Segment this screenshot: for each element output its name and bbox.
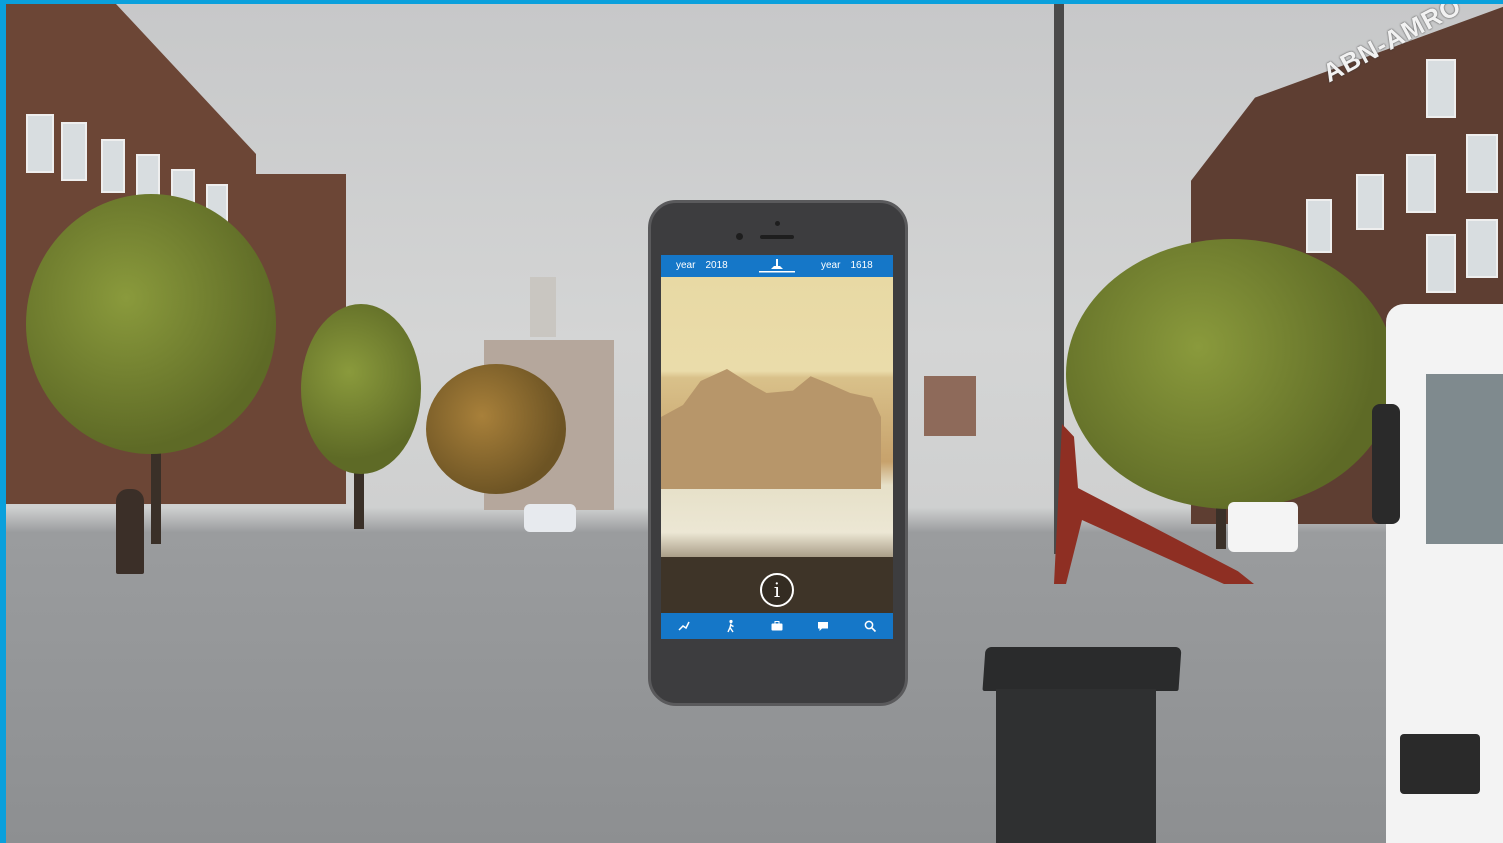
walking-person-icon bbox=[726, 619, 734, 633]
building-window bbox=[1406, 154, 1436, 213]
building-window bbox=[1426, 234, 1456, 293]
tab-walk[interactable] bbox=[716, 613, 746, 639]
trash-bin bbox=[996, 689, 1156, 843]
app-header: year 2018 year 1618 bbox=[661, 255, 893, 277]
painted-buildings bbox=[661, 369, 881, 489]
briefcase-icon bbox=[771, 621, 783, 631]
white-van bbox=[524, 504, 576, 532]
truck-windshield bbox=[1426, 374, 1503, 544]
building-window bbox=[1466, 219, 1498, 278]
front-camera bbox=[736, 233, 743, 240]
earpiece-speaker bbox=[760, 235, 794, 239]
current-year-value: 2018 bbox=[705, 260, 728, 271]
chat-bubble-icon bbox=[818, 622, 829, 631]
app-screen: year 2018 year 1618 i bbox=[661, 255, 893, 639]
proximity-sensor bbox=[775, 221, 780, 226]
building-window bbox=[1356, 174, 1384, 230]
historic-painting-view: i bbox=[661, 277, 893, 613]
tree bbox=[26, 194, 276, 454]
distant-tower bbox=[924, 376, 976, 436]
current-year-indicator: year 2018 bbox=[676, 260, 738, 271]
building-window bbox=[1306, 199, 1332, 253]
search-icon bbox=[864, 620, 876, 633]
tree bbox=[1066, 239, 1396, 509]
building-window bbox=[61, 122, 87, 181]
smartphone-mockup: year 2018 year 1618 i bbox=[648, 200, 908, 706]
tab-briefcase[interactable] bbox=[762, 613, 792, 639]
tab-search[interactable] bbox=[855, 613, 885, 639]
bottom-tab-bar bbox=[661, 613, 893, 639]
historic-year-indicator: year 1618 bbox=[821, 260, 883, 271]
truck-mirror bbox=[1372, 404, 1400, 524]
building-window bbox=[101, 139, 125, 193]
info-button[interactable]: i bbox=[760, 573, 794, 607]
building-window bbox=[26, 114, 54, 173]
white-van bbox=[1228, 502, 1298, 552]
tree bbox=[301, 304, 421, 474]
current-year-label: year bbox=[676, 260, 696, 271]
route-icon bbox=[678, 621, 690, 631]
building-window bbox=[1426, 59, 1456, 118]
tab-route[interactable] bbox=[669, 613, 699, 639]
pedestrian bbox=[116, 489, 144, 574]
white-truck bbox=[1372, 304, 1503, 843]
tree bbox=[426, 364, 566, 494]
historic-year-value: 1618 bbox=[850, 260, 873, 271]
tab-chat[interactable] bbox=[808, 613, 838, 639]
trash-bin-lid bbox=[982, 647, 1182, 691]
tower-sign bbox=[530, 277, 556, 337]
building-window bbox=[1466, 134, 1498, 193]
app-logo-icon bbox=[759, 259, 795, 273]
truck-grille bbox=[1400, 734, 1480, 794]
historic-year-label: year bbox=[821, 260, 841, 271]
